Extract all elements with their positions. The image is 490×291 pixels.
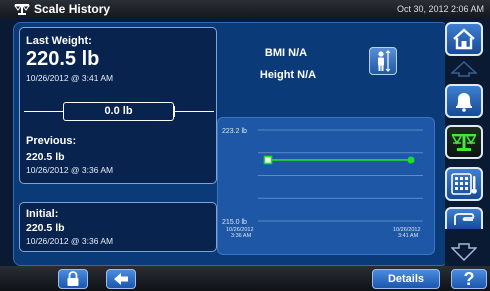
date-time: Oct 30, 2012 2:06 AM [396,4,484,14]
page-title: Scale History [34,2,111,16]
initial-weight-card: Initial: 220.5 lb 10/26/2012 @ 3:36 AM [19,202,217,252]
scale-history-button[interactable] [445,125,483,159]
lock-icon [67,271,79,286]
last-weight-label: Last Weight: [26,35,92,47]
previous-label: Previous: [26,135,77,147]
weight-difference: 0.0 lb [63,102,174,121]
bottom-toolbar: Details ? [0,266,490,291]
scroll-down-button[interactable] [445,240,483,264]
main-panel: Last Weight: 220.5 lb 10/26/2012 @ 3:41 … [13,22,449,266]
initial-timestamp: 10/26/2012 @ 3:36 AM [26,236,114,246]
thermostat-button[interactable] [445,167,483,201]
thermostat-keypad-icon [451,173,477,195]
scale-icon [452,134,476,151]
home-icon [453,28,475,50]
alarm-button[interactable] [445,84,483,118]
chart-x-tick-time: 3:41 AM [398,233,419,239]
last-weight-timestamp: 10/26/2012 @ 3:41 AM [26,73,114,83]
details-button[interactable]: Details [372,269,440,289]
weight-history-chart: 223.2 lb 215.0 lb 10/26/2012 3:36 AM 10/26/2… [217,117,435,255]
previous-value: 220.5 lb [26,151,65,163]
hand-icon [454,213,475,225]
difference-line-left [24,111,64,112]
initial-value: 220.5 lb [26,222,65,234]
initial-label: Initial: [26,208,59,220]
chart-x-tick-time: 3:36 AM [231,233,252,239]
person-height-icon [378,50,391,72]
last-weight-value: 220.5 lb [26,48,100,70]
scroll-up-button[interactable] [445,58,483,80]
chart-point [407,156,415,164]
title-bar: Scale History Oct 30, 2012 2:06 AM [0,0,490,18]
help-button[interactable]: ? [451,269,487,289]
weight-difference-row: 0.0 lb [20,102,218,122]
scale-icon [14,4,30,15]
arrow-down-icon [451,243,477,261]
height-value: Height N/A [259,69,317,81]
arrow-left-icon [114,273,128,285]
screen: Scale History Oct 30, 2012 2:06 AM Last … [0,0,490,291]
chart-canvas: 223.2 lb215.0 lb10/26/20123:36 AM10/26/2… [222,128,423,239]
bell-icon [456,93,472,112]
bmi-value: BMI N/A [264,47,308,59]
side-nav [445,18,490,266]
previous-timestamp: 10/26/2012 @ 3:36 AM [26,165,114,175]
arrow-up-icon [451,61,477,77]
lock-button[interactable] [58,269,88,289]
settings-button[interactable] [445,207,483,229]
home-button[interactable] [445,22,483,56]
difference-line-right [174,111,214,112]
last-weight-card: Last Weight: 220.5 lb 10/26/2012 @ 3:41 … [19,27,217,184]
chart-y-tick-label: 215.0 lb [222,219,247,226]
bmi-settings-button[interactable] [369,47,397,75]
chart-y-tick-label: 223.2 lb [222,128,247,135]
chart-point [263,155,273,165]
back-button[interactable] [106,269,136,289]
